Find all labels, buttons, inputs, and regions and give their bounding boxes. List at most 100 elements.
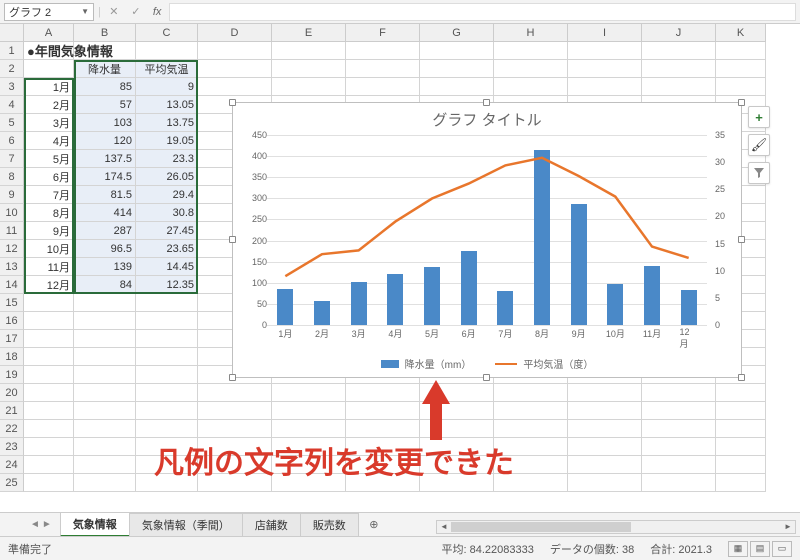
- cell[interactable]: [272, 384, 346, 402]
- cell[interactable]: [74, 456, 136, 474]
- cell[interactable]: 4月: [24, 132, 74, 150]
- chevron-down-icon[interactable]: ▼: [81, 7, 89, 16]
- cell[interactable]: [494, 420, 568, 438]
- cell[interactable]: 7月: [24, 186, 74, 204]
- cell[interactable]: [272, 402, 346, 420]
- col-header[interactable]: D: [198, 24, 272, 42]
- cell[interactable]: [642, 402, 716, 420]
- cell[interactable]: [24, 60, 74, 78]
- cell[interactable]: [346, 42, 420, 60]
- cell[interactable]: [494, 384, 568, 402]
- cell[interactable]: 84: [74, 276, 136, 294]
- cell[interactable]: [198, 384, 272, 402]
- cell[interactable]: 414: [74, 204, 136, 222]
- cell[interactable]: [346, 402, 420, 420]
- row-header[interactable]: 12: [0, 240, 24, 258]
- cell[interactable]: [272, 420, 346, 438]
- cell[interactable]: [568, 384, 642, 402]
- cell[interactable]: 12.35: [136, 276, 198, 294]
- cell[interactable]: [642, 420, 716, 438]
- cell[interactable]: [568, 42, 642, 60]
- cell[interactable]: 6月: [24, 168, 74, 186]
- cell[interactable]: 14.45: [136, 258, 198, 276]
- cell[interactable]: [24, 330, 74, 348]
- cell[interactable]: [74, 384, 136, 402]
- cell[interactable]: [136, 348, 198, 366]
- view-break-button[interactable]: ▭: [772, 541, 792, 557]
- row-header[interactable]: 23: [0, 438, 24, 456]
- cell[interactable]: [568, 60, 642, 78]
- row-header[interactable]: 10: [0, 204, 24, 222]
- cell[interactable]: [716, 474, 766, 492]
- cell[interactable]: [346, 78, 420, 96]
- cell[interactable]: [716, 402, 766, 420]
- resize-handle[interactable]: [738, 99, 745, 106]
- cell[interactable]: 降水量: [74, 60, 136, 78]
- cell[interactable]: [716, 78, 766, 96]
- cell[interactable]: [74, 366, 136, 384]
- row-header[interactable]: 16: [0, 312, 24, 330]
- cell[interactable]: [24, 438, 74, 456]
- cell[interactable]: [74, 330, 136, 348]
- cell[interactable]: [420, 78, 494, 96]
- scroll-right-icon[interactable]: ►: [781, 521, 795, 533]
- cell[interactable]: [494, 42, 568, 60]
- cell[interactable]: 9: [136, 78, 198, 96]
- cell[interactable]: [198, 402, 272, 420]
- cancel-icon[interactable]: ✕: [105, 3, 123, 21]
- cell[interactable]: [272, 60, 346, 78]
- cell[interactable]: 2月: [24, 96, 74, 114]
- plot-area[interactable]: [267, 135, 707, 325]
- cell[interactable]: [136, 312, 198, 330]
- cell[interactable]: 3月: [24, 114, 74, 132]
- h-scrollbar[interactable]: ◄ ►: [436, 520, 796, 534]
- cell[interactable]: [568, 420, 642, 438]
- cell[interactable]: [716, 438, 766, 456]
- resize-handle[interactable]: [229, 99, 236, 106]
- cell[interactable]: [136, 420, 198, 438]
- cell[interactable]: 5月: [24, 150, 74, 168]
- cell[interactable]: [74, 42, 136, 60]
- cell[interactable]: [24, 456, 74, 474]
- cell[interactable]: 96.5: [74, 240, 136, 258]
- chart-object[interactable]: グラフ タイトル 050100150200250300350400450 051…: [232, 102, 742, 378]
- name-box[interactable]: グラフ 2 ▼: [4, 3, 94, 21]
- cell[interactable]: [24, 420, 74, 438]
- col-header[interactable]: F: [346, 24, 420, 42]
- cell[interactable]: [136, 402, 198, 420]
- cell[interactable]: [716, 384, 766, 402]
- row-header[interactable]: 1: [0, 42, 24, 60]
- tab-next-icon[interactable]: ►: [42, 519, 52, 530]
- select-all-corner[interactable]: [0, 24, 24, 42]
- cell[interactable]: [74, 420, 136, 438]
- cell[interactable]: [642, 42, 716, 60]
- formula-input[interactable]: [169, 3, 796, 21]
- row-header[interactable]: 18: [0, 348, 24, 366]
- cell[interactable]: [198, 78, 272, 96]
- row-header[interactable]: 9: [0, 186, 24, 204]
- col-header[interactable]: C: [136, 24, 198, 42]
- col-header[interactable]: A: [24, 24, 74, 42]
- cell[interactable]: [716, 456, 766, 474]
- cell[interactable]: 103: [74, 114, 136, 132]
- col-header[interactable]: H: [494, 24, 568, 42]
- cell[interactable]: [346, 60, 420, 78]
- confirm-icon[interactable]: ✓: [127, 3, 145, 21]
- cell[interactable]: 9月: [24, 222, 74, 240]
- scroll-left-icon[interactable]: ◄: [437, 521, 451, 533]
- cell[interactable]: [74, 474, 136, 492]
- resize-handle[interactable]: [229, 236, 236, 243]
- cell[interactable]: 10月: [24, 240, 74, 258]
- cell[interactable]: 27.45: [136, 222, 198, 240]
- row-header[interactable]: 13: [0, 258, 24, 276]
- cell[interactable]: 23.65: [136, 240, 198, 258]
- col-header[interactable]: I: [568, 24, 642, 42]
- cell[interactable]: [494, 402, 568, 420]
- cell[interactable]: [642, 474, 716, 492]
- cell[interactable]: [716, 420, 766, 438]
- row-header[interactable]: 14: [0, 276, 24, 294]
- cell[interactable]: [198, 60, 272, 78]
- cell[interactable]: 1月: [24, 78, 74, 96]
- row-header[interactable]: 19: [0, 366, 24, 384]
- resize-handle[interactable]: [483, 99, 490, 106]
